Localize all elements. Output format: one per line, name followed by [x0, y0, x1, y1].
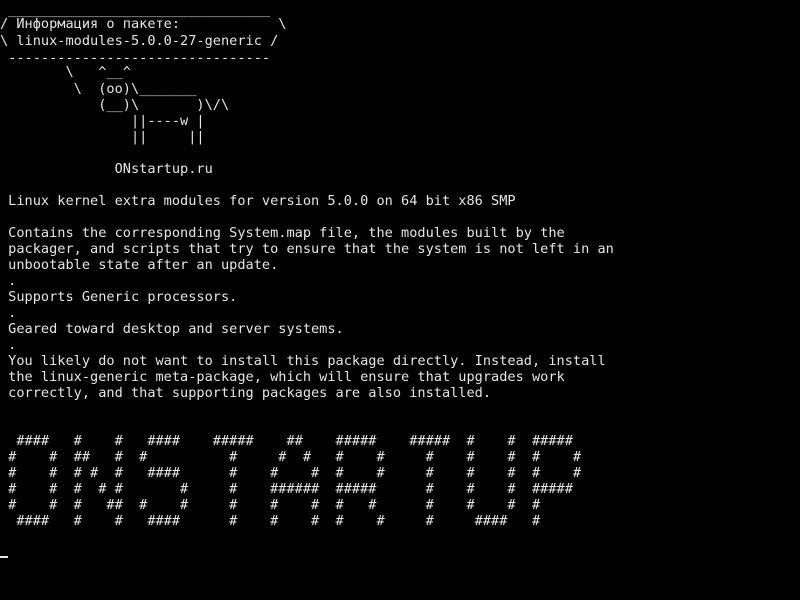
terminal-cursor[interactable]: [0, 556, 8, 558]
processor-support-text: Supports Generic processors.: [0, 289, 238, 305]
description-separator-2: .: [0, 305, 17, 321]
package-description-line-3: unbootable state after an update.: [0, 257, 279, 273]
package-description-line-1: Contains the corresponding System.map fi…: [0, 225, 565, 241]
install-note-line-3: correctly, and that supporting packages …: [0, 385, 492, 401]
banner-row-6: #### # # #### # # # # # # #### #: [0, 513, 541, 529]
terminal-screen[interactable]: ________________________________ / Инфор…: [0, 0, 800, 600]
package-summary: Linux kernel extra modules for version 5…: [0, 193, 516, 209]
cow-art-line-5: || ||: [0, 129, 205, 145]
cow-art-line-2: \ (oo)\_______: [0, 81, 197, 97]
banner-row-5: # # # ## # # # # # # # # # # #: [0, 497, 541, 513]
banner-row-1: #### # # #### ##### ## ##### ##### # # #…: [0, 433, 573, 449]
install-note-line-1: You likely do not want to install this p…: [0, 353, 606, 369]
cowsay-bubble-line-1: / Информация о пакете: \: [0, 16, 287, 32]
cow-art-line-4: ||----w |: [0, 113, 205, 129]
package-description-line-2: packager, and scripts that try to ensure…: [0, 241, 614, 257]
description-separator-1: .: [0, 273, 17, 289]
install-note-line-2: the linux-generic meta-package, which wi…: [0, 369, 565, 385]
cow-art-line-1: \ ^__^: [0, 64, 131, 80]
banner-row-3: # # # # # #### # # # # # # # # # #: [0, 465, 582, 481]
site-credit: ONstartup.ru: [0, 161, 213, 177]
description-separator-3: .: [0, 337, 17, 353]
banner-row-2: # # ## # # # # # # # # # # # #: [0, 449, 582, 465]
banner-row-4: # # # # # # # ###### ##### # # # #####: [0, 481, 573, 497]
target-systems-text: Geared toward desktop and server systems…: [0, 321, 344, 337]
cow-art-line-3: (__)\ )\/\: [0, 97, 230, 113]
cowsay-bubble-line-2: \ linux-modules-5.0.0-27-generic /: [0, 33, 279, 49]
